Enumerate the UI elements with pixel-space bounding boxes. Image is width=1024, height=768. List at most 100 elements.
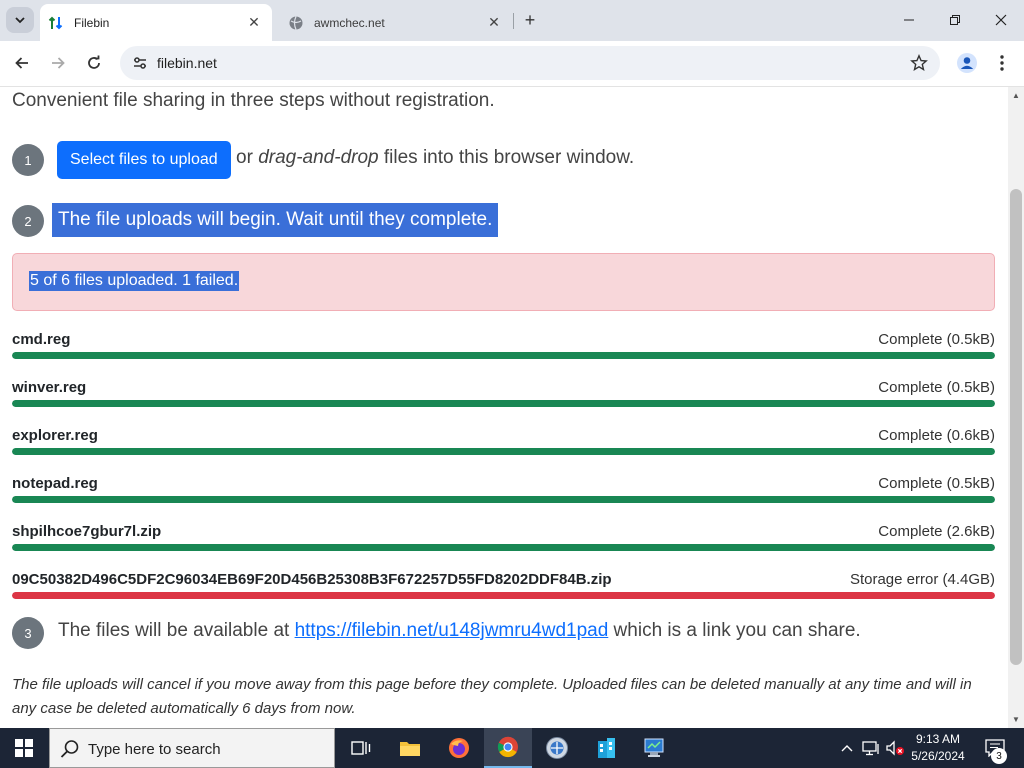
url-text[interactable]: filebin.net	[157, 55, 217, 71]
progress-fill	[12, 544, 995, 551]
browser-toolbar: filebin.net	[0, 41, 1024, 87]
close-tab-icon[interactable]: ✕	[484, 13, 504, 33]
task-view-button[interactable]	[337, 728, 385, 768]
network-monitor-button[interactable]	[631, 728, 679, 768]
chrome-button[interactable]	[484, 728, 532, 768]
file-row: cmd.reg Complete (0.5kB)	[12, 331, 995, 371]
progress-bar	[12, 544, 995, 551]
profile-avatar-icon	[957, 53, 977, 73]
file-row: shpilhcoe7gbur7l.zip Complete (2.6kB)	[12, 523, 995, 563]
filebin-arrows-icon	[48, 15, 64, 31]
browser-menu-button[interactable]	[990, 49, 1014, 77]
search-placeholder: Type here to search	[88, 741, 221, 758]
minimize-icon	[904, 19, 914, 21]
progress-bar	[12, 448, 995, 455]
file-status: Storage error (4.4GB)	[849, 571, 995, 588]
file-name: cmd.reg	[12, 331, 71, 348]
scroll-down-icon[interactable]: ▼	[1012, 715, 1020, 724]
notification-count-badge: 3	[991, 748, 1007, 764]
file-name: notepad.reg	[12, 475, 98, 492]
firefox-icon	[449, 738, 469, 758]
taskbar-clock[interactable]: 9:13 AM 5/26/2024	[906, 731, 970, 765]
taskbar: Type here to search 9:13 AM 5/26/2024 3	[0, 728, 1024, 768]
minimize-button[interactable]	[886, 0, 932, 40]
progress-fill	[12, 592, 995, 599]
file-status: Complete (0.5kB)	[878, 331, 995, 348]
tab-title: awmchec.net	[314, 15, 385, 30]
tab-title: Filebin	[74, 15, 110, 30]
more-vert-icon	[1000, 55, 1004, 71]
file-status: Complete (0.5kB)	[878, 379, 995, 396]
start-button[interactable]	[0, 728, 48, 768]
arrow-left-icon	[15, 57, 28, 69]
file-row: 09C50382D496C5DF2C96034EB69F20D456B25308…	[12, 571, 995, 611]
tab-filebin[interactable]: Filebin ✕	[40, 4, 272, 41]
restore-button[interactable]	[932, 0, 978, 40]
search-icon	[60, 740, 79, 758]
bookmark-star-icon[interactable]	[908, 52, 930, 74]
close-icon	[995, 14, 1007, 26]
firefox-button[interactable]	[435, 728, 483, 768]
restore-icon	[950, 15, 960, 25]
step-1-badge: 1	[12, 144, 44, 176]
file-row: notepad.reg Complete (0.5kB)	[12, 475, 995, 515]
building-icon	[598, 738, 615, 758]
progress-bar	[12, 496, 995, 503]
file-name: explorer.reg	[12, 427, 98, 444]
network-tray-button[interactable]	[860, 728, 882, 768]
step-1-emphasis: drag-and-drop	[258, 147, 379, 168]
file-name: shpilhcoe7gbur7l.zip	[12, 523, 162, 540]
show-hidden-icons-button[interactable]	[838, 728, 856, 768]
site-settings-icon[interactable]	[128, 51, 152, 75]
chrome-icon	[497, 736, 518, 758]
back-button[interactable]	[8, 49, 36, 77]
chevron-down-icon	[15, 17, 25, 24]
clock-date: 5/26/2024	[911, 749, 965, 763]
step-1-text: or drag-and-drop files into this browser…	[236, 147, 634, 169]
progress-bar	[12, 400, 995, 407]
task-view-icon	[351, 741, 371, 755]
volume-muted-icon	[886, 740, 904, 756]
upload-status-alert: 5 of 6 files uploaded. 1 failed.	[12, 253, 995, 311]
step-3-text: The files will be available at https://f…	[58, 620, 861, 642]
tab-search-button[interactable]	[6, 7, 34, 33]
step-1-or: or	[236, 147, 259, 168]
step-3-pre: The files will be available at	[58, 620, 295, 641]
close-tab-icon[interactable]: ✕	[244, 13, 264, 33]
progress-fill	[12, 496, 995, 503]
step-1-rest: files into this browser window.	[378, 147, 635, 168]
progress-fill	[12, 400, 995, 407]
select-files-button[interactable]: Select files to upload	[57, 141, 231, 179]
file-status: Complete (2.6kB)	[878, 523, 995, 540]
volume-tray-button[interactable]	[884, 728, 906, 768]
page-lead: Convenient file sharing in three steps w…	[12, 90, 495, 111]
file-row: explorer.reg Complete (0.6kB)	[12, 427, 995, 467]
profile-button[interactable]	[953, 49, 981, 77]
file-explorer-icon	[400, 742, 420, 756]
app-button[interactable]	[533, 728, 581, 768]
taskbar-search-box[interactable]: Type here to search	[49, 728, 335, 768]
share-link[interactable]: https://filebin.net/u148jwmru4wd1pad	[295, 620, 609, 641]
file-name: winver.reg	[12, 379, 87, 396]
file-explorer-button[interactable]	[386, 728, 434, 768]
tab-separator	[513, 13, 514, 29]
tab-awmchec[interactable]: awmchec.net ✕	[280, 4, 512, 41]
step-2-badge: 2	[12, 205, 44, 237]
reload-icon	[88, 55, 100, 69]
file-status: Complete (0.6kB)	[878, 427, 995, 444]
page-viewport: Convenient file sharing in three steps w…	[0, 87, 1008, 728]
reload-button[interactable]	[80, 49, 108, 77]
forward-button[interactable]	[44, 49, 72, 77]
new-tab-button[interactable]: +	[518, 8, 542, 32]
address-bar[interactable]: filebin.net	[120, 46, 940, 80]
scroll-thumb[interactable]	[1010, 189, 1022, 665]
scroll-up-icon[interactable]: ▲	[1012, 91, 1020, 100]
building-app-button[interactable]	[582, 728, 630, 768]
file-status: Complete (0.5kB)	[878, 475, 995, 492]
upload-status-text: 5 of 6 files uploaded. 1 failed.	[29, 271, 240, 291]
close-window-button[interactable]	[978, 0, 1024, 40]
progress-bar	[12, 352, 995, 359]
page-scrollbar[interactable]: ▲ ▼	[1008, 87, 1024, 728]
app-icon	[546, 737, 568, 759]
file-row: winver.reg Complete (0.5kB)	[12, 379, 995, 419]
